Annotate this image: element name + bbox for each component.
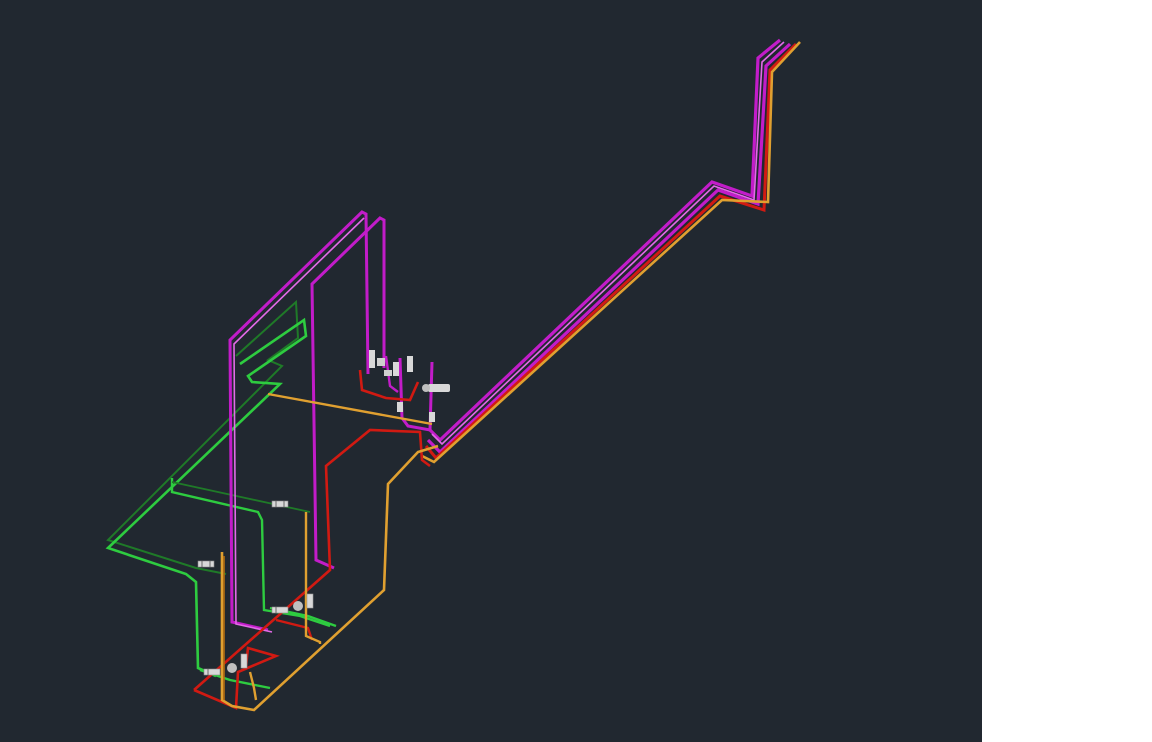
pipe-trunk-magenta-1 bbox=[428, 38, 782, 443]
cad-viewport[interactable] bbox=[0, 0, 982, 742]
pump-icon[interactable] bbox=[293, 593, 314, 611]
pipe-trunk-red bbox=[424, 42, 798, 461]
pipe-green-upper bbox=[105, 317, 308, 678]
pipe-trunk-magenta-3 bbox=[426, 42, 792, 455]
fitting-icon[interactable] bbox=[429, 412, 435, 422]
valve-icon[interactable] bbox=[203, 668, 221, 676]
valve-icon[interactable] bbox=[197, 560, 215, 568]
isometric-piping-drawing bbox=[105, 38, 801, 712]
valve-icon[interactable] bbox=[271, 606, 289, 614]
pipe-orange-main bbox=[220, 444, 439, 712]
fitting-icon[interactable] bbox=[407, 356, 413, 372]
pipe-red-branch-1 bbox=[193, 428, 431, 691]
blank-side-panel bbox=[982, 0, 1152, 742]
pipe-trunk-magenta-2 bbox=[431, 41, 785, 446]
pipe-orange-drop-1 bbox=[304, 512, 322, 644]
fitting-icon[interactable] bbox=[397, 402, 403, 412]
valve-icon[interactable] bbox=[271, 500, 289, 508]
pipe-trunk-orange bbox=[421, 41, 801, 464]
pump-icon[interactable] bbox=[422, 384, 450, 392]
trunk-line-group bbox=[421, 38, 801, 464]
pipe-magenta-riser-1 bbox=[228, 210, 370, 632]
pipe-magenta-riser-2 bbox=[233, 217, 365, 633]
